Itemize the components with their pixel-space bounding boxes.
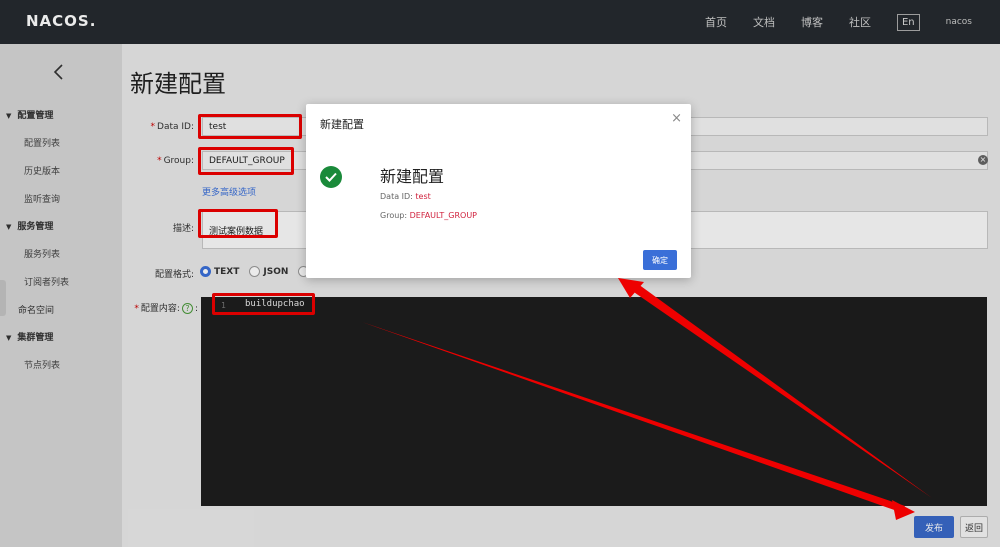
arrow-to-publish xyxy=(362,322,915,520)
annotation-arrows xyxy=(362,278,932,520)
arrow-shaft-lower xyxy=(362,322,905,512)
arrowhead-lower xyxy=(892,500,915,520)
